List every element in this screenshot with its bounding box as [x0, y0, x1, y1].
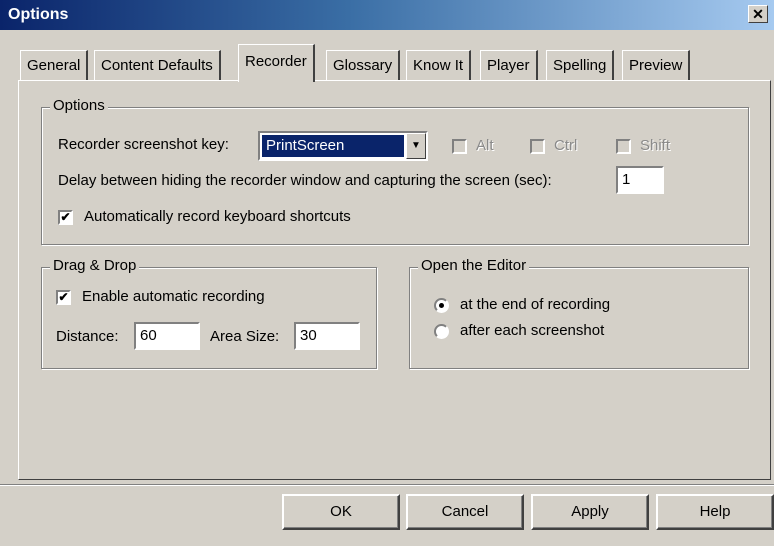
apply-button[interactable]: Apply: [531, 494, 649, 530]
drag-drop-legend: Drag & Drop: [50, 257, 140, 274]
recorder-panel: Options Recorder screenshot key: PrintSc…: [18, 80, 771, 480]
radio-selected-dot: [439, 303, 444, 308]
tab-player[interactable]: Player: [480, 50, 538, 80]
tab-spelling[interactable]: Spelling: [546, 50, 615, 80]
delay-label: Delay between hiding the recorder window…: [58, 172, 552, 189]
open-editor-group: Open the Editor at the end of recording …: [409, 257, 749, 369]
shift-checkbox[interactable]: [616, 139, 631, 154]
open-editor-legend: Open the Editor: [418, 257, 530, 274]
auto-shortcuts-checkbox[interactable]: ✔: [58, 210, 73, 225]
window-title: Options: [8, 6, 69, 23]
tab-preview[interactable]: Preview: [622, 50, 691, 80]
delay-input[interactable]: 1: [616, 166, 664, 194]
title-bar: Options ✕: [0, 0, 774, 30]
screenshot-key-select[interactable]: PrintScreen ▼: [258, 131, 428, 161]
ctrl-label: Ctrl: [554, 137, 578, 154]
cancel-button[interactable]: Cancel: [406, 494, 524, 530]
distance-label: Distance:: [56, 328, 119, 345]
ok-button[interactable]: OK: [282, 494, 400, 530]
shift-label: Shift: [640, 137, 671, 154]
options-group: Options Recorder screenshot key: PrintSc…: [41, 97, 749, 245]
button-separator: [0, 484, 774, 486]
tab-know-it[interactable]: Know It: [406, 50, 472, 80]
tab-glossary[interactable]: Glossary: [326, 50, 401, 80]
auto-shortcuts-label: Automatically record keyboard shortcuts: [84, 208, 351, 225]
enable-recording-label: Enable automatic recording: [82, 288, 265, 305]
tab-general[interactable]: General: [20, 50, 89, 80]
radio-after-each-screenshot[interactable]: [434, 324, 449, 339]
tab-recorder[interactable]: Recorder: [238, 44, 315, 82]
radio-end-of-recording[interactable]: [434, 298, 449, 313]
area-size-input[interactable]: 30: [294, 322, 360, 350]
dropdown-arrow-icon[interactable]: ▼: [406, 133, 426, 159]
drag-drop-group: Drag & Drop ✔ Enable automatic recording…: [41, 257, 377, 369]
enable-recording-checkbox[interactable]: ✔: [56, 290, 71, 305]
help-button[interactable]: Help: [656, 494, 774, 530]
options-legend: Options: [50, 97, 108, 114]
tab-content-defaults[interactable]: Content Defaults: [94, 50, 221, 80]
after-each-screenshot-label: after each screenshot: [460, 322, 605, 339]
alt-label: Alt: [476, 137, 494, 154]
area-size-label: Area Size:: [210, 328, 280, 345]
close-icon[interactable]: ✕: [748, 5, 768, 23]
screenshot-key-label: Recorder screenshot key:: [58, 136, 229, 153]
ctrl-checkbox[interactable]: [530, 139, 545, 154]
screenshot-key-value: PrintScreen: [262, 135, 404, 157]
distance-input[interactable]: 60: [134, 322, 200, 350]
alt-checkbox[interactable]: [452, 139, 467, 154]
end-of-recording-label: at the end of recording: [460, 296, 611, 313]
